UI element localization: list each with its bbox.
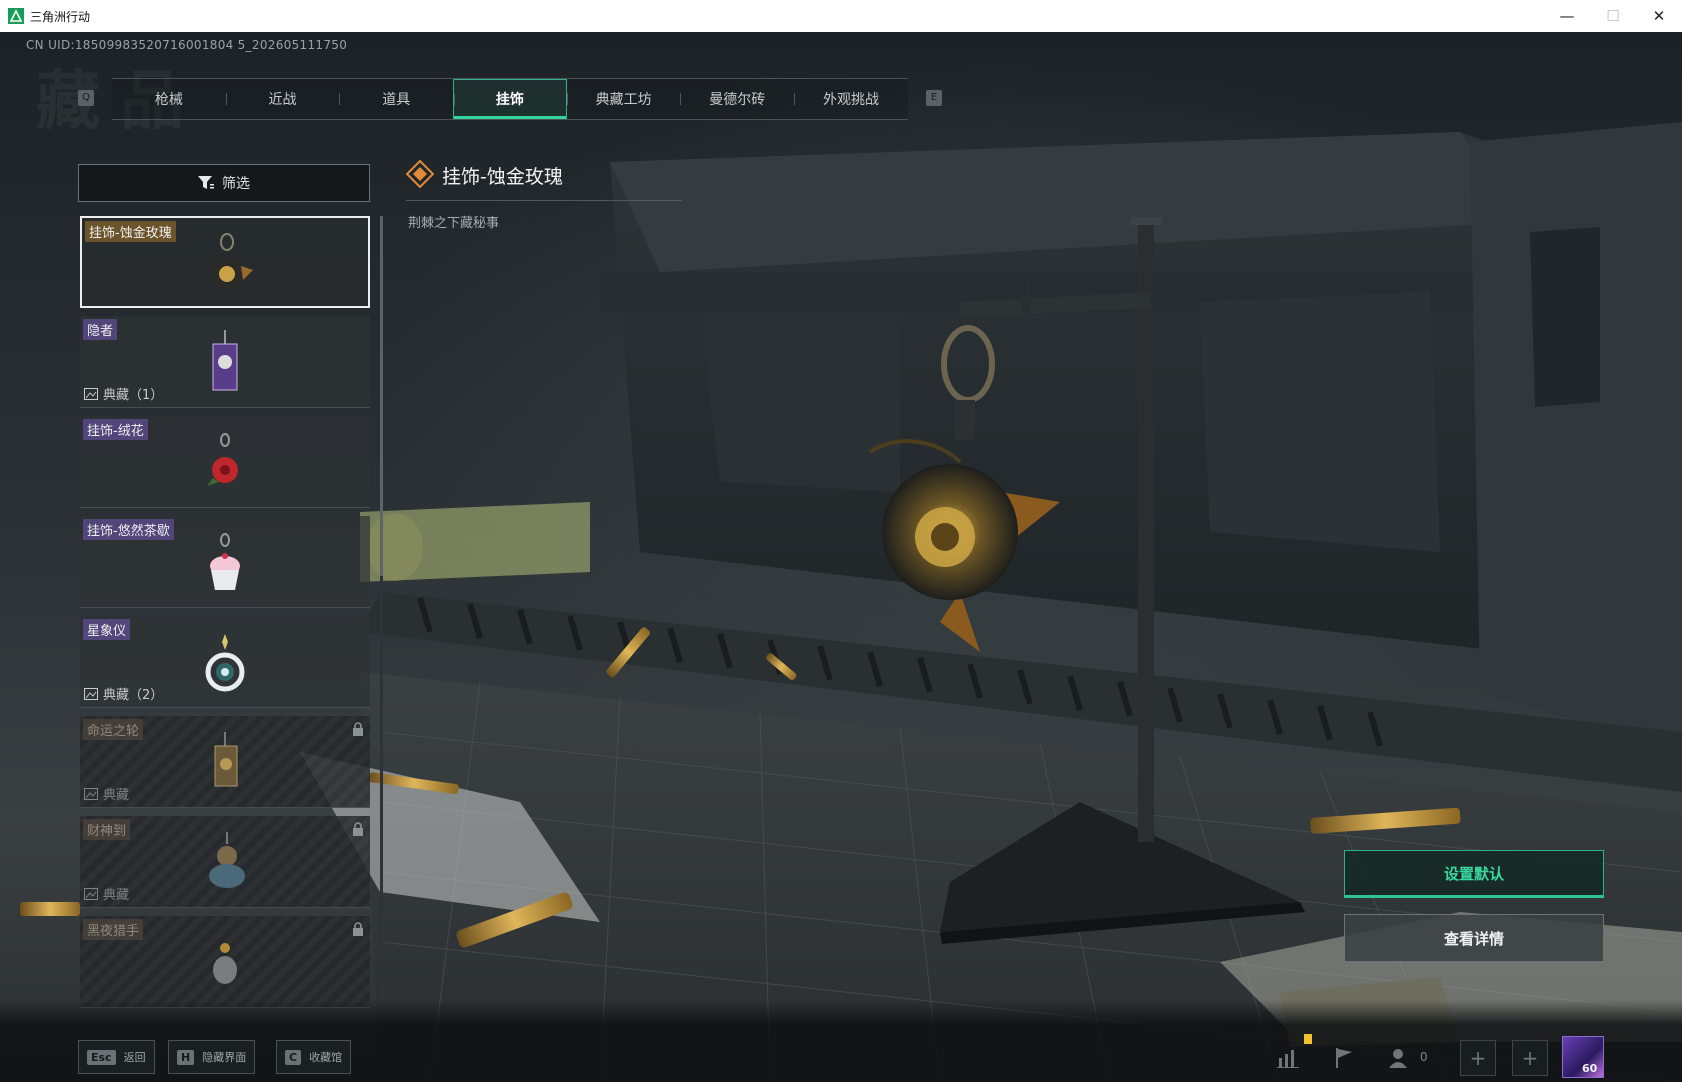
filter-icon <box>198 176 214 189</box>
back-label: 返回 <box>123 1051 146 1064</box>
back-button[interactable]: Esc 返回 <box>78 1040 155 1074</box>
item-collection-tag: 典藏（1） <box>84 384 163 403</box>
item-name: 挂饰-绒花 <box>83 419 148 440</box>
scrollbar-thumb[interactable] <box>380 216 383 576</box>
hermit-card-thumbnail <box>212 330 238 391</box>
item-name: 命运之轮 <box>83 719 144 740</box>
astrolabe-thumbnail <box>205 634 245 692</box>
night-hunter-thumbnail <box>213 943 237 984</box>
velvet-flower-thumbnail <box>207 433 238 486</box>
lock-icon <box>353 722 363 736</box>
image-icon <box>84 887 98 900</box>
item-name: 星象仪 <box>83 619 131 640</box>
lock-icon <box>353 822 363 836</box>
list-item-velvet-flower[interactable]: 挂饰-绒花 <box>80 416 370 508</box>
c-key: C <box>285 1049 302 1065</box>
charm-list: 挂饰-蚀金玫瑰 隐者 典藏（1） 挂饰-绒花 挂饰-悠然茶歇 星象仪 典藏（2）… <box>80 216 370 1024</box>
item-name: 财神到 <box>83 819 131 840</box>
close-button[interactable]: ✕ <box>1636 0 1682 32</box>
image-icon <box>84 687 98 700</box>
rose-charm-thumbnail <box>211 233 253 290</box>
list-item-hermit[interactable]: 隐者 典藏（1） <box>80 316 370 408</box>
window-title: 三角洲行动 <box>30 9 91 24</box>
wealth-figure-thumbnail <box>209 832 245 888</box>
list-item-night-hunter[interactable]: 黑夜猎手 <box>80 916 370 1008</box>
tab-guns[interactable]: 枪械 <box>112 79 226 119</box>
list-item-wheel-of-fortune[interactable]: 命运之轮 典藏 <box>80 716 370 808</box>
add-slot-2-button[interactable]: + <box>1512 1040 1548 1076</box>
tab-charms[interactable]: 挂饰 <box>453 79 567 119</box>
add-slot-1-button[interactable]: + <box>1460 1040 1496 1076</box>
list-item-astrolabe[interactable]: 星象仪 典藏（2） <box>80 616 370 708</box>
friends-count: 0 <box>1420 1050 1428 1064</box>
cupcake-thumbnail <box>210 533 240 590</box>
esc-key: Esc <box>87 1049 116 1065</box>
collection-hall-button[interactable]: C 收藏馆 <box>276 1040 352 1074</box>
collection-hall-label: 收藏馆 <box>309 1051 343 1064</box>
list-item-corroded-gold-rose[interactable]: 挂饰-蚀金玫瑰 <box>80 216 370 308</box>
stats-icon[interactable] <box>1270 1040 1306 1076</box>
tab-props[interactable]: 道具 <box>339 79 453 119</box>
item-collection-tag: 典藏 <box>84 784 129 803</box>
app-logo-icon <box>8 8 24 24</box>
minimize-button[interactable]: — <box>1544 0 1590 32</box>
hide-ui-label: 隐藏界面 <box>202 1051 247 1064</box>
list-item-god-of-wealth[interactable]: 财神到 典藏 <box>80 816 370 908</box>
item-name: 挂饰-悠然茶歇 <box>83 519 174 540</box>
image-icon <box>84 787 98 800</box>
title-divider <box>406 200 682 201</box>
item-description: 荆棘之下藏秘事 <box>408 216 500 231</box>
maximize-button[interactable]: ☐ <box>1590 0 1636 32</box>
hide-ui-button[interactable]: H 隐藏界面 <box>168 1040 256 1074</box>
next-tab-key-hint[interactable]: E <box>926 90 942 106</box>
item-name: 隐者 <box>83 319 118 340</box>
tab-appearance-challenge[interactable]: 外观挑战 <box>794 79 908 119</box>
prev-tab-key-hint[interactable]: Q <box>78 90 94 106</box>
filter-label: 筛选 <box>222 176 250 192</box>
tab-workshop[interactable]: 典藏工坊 <box>566 79 681 119</box>
list-scrollbar[interactable] <box>380 216 383 1024</box>
view-details-button[interactable]: 查看详情 <box>1344 914 1604 962</box>
window-title-bar: 三角洲行动 — ☐ ✕ <box>0 0 1682 33</box>
tab-mandel-brick[interactable]: 曼德尔砖 <box>680 79 794 119</box>
image-icon <box>84 387 98 400</box>
flag-icon[interactable] <box>1326 1040 1362 1076</box>
friends-icon[interactable] <box>1382 1040 1418 1076</box>
list-item-tea-break[interactable]: 挂饰-悠然茶歇 <box>80 516 370 608</box>
item-collection-tag: 典藏 <box>84 884 129 903</box>
item-name: 黑夜猎手 <box>83 919 144 940</box>
filter-button[interactable]: 筛选 <box>78 164 370 202</box>
lock-icon <box>353 922 363 936</box>
item-collection-tag: 典藏（2） <box>84 684 163 703</box>
h-key: H <box>177 1049 195 1065</box>
category-tabs: 枪械 近战 道具 挂饰 典藏工坊 曼德尔砖 外观挑战 <box>112 78 908 120</box>
rarity-diamond-icon <box>406 160 434 188</box>
item-name: 挂饰-蚀金玫瑰 <box>85 221 176 242</box>
user-uid: CN UID:18509983520716001804 5_2026051117… <box>26 38 348 52</box>
player-level: 60 <box>1582 1062 1598 1075</box>
set-default-button[interactable]: 设置默认 <box>1344 850 1604 898</box>
item-title: 挂饰-蚀金玫瑰 <box>442 166 563 188</box>
wheel-card-thumbnail <box>214 732 238 787</box>
tab-melee[interactable]: 近战 <box>225 79 340 119</box>
